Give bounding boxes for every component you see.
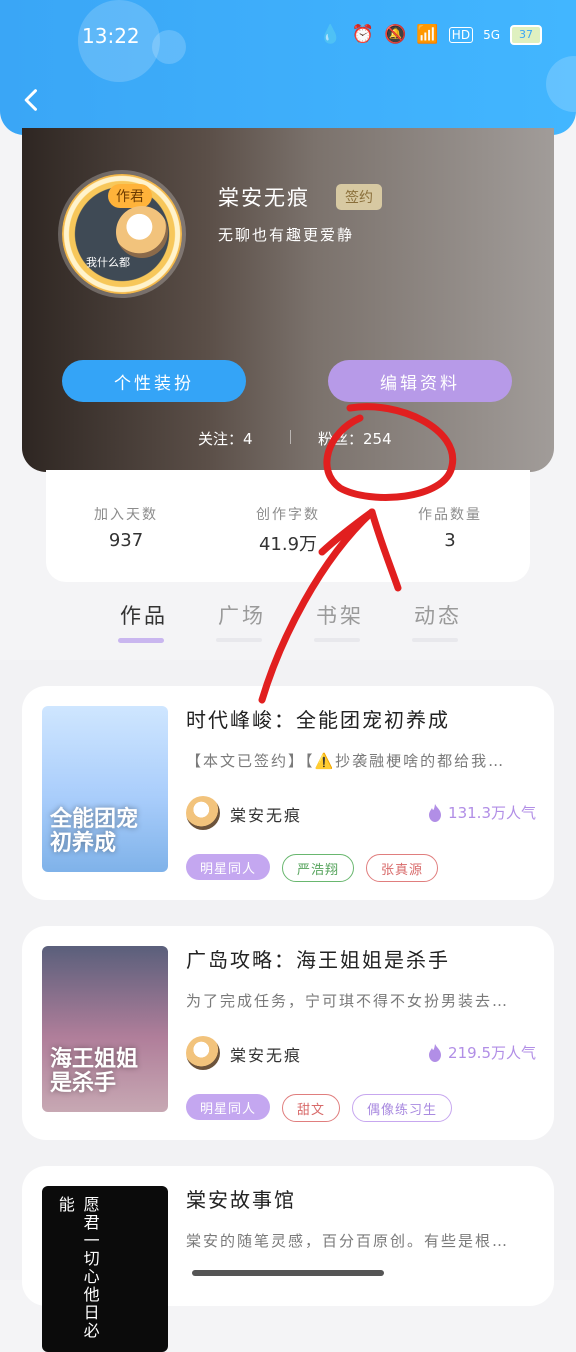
5g-signal-icon: 5G bbox=[483, 27, 500, 42]
book-title: 时代峰峻：全能团宠初养成 bbox=[186, 708, 450, 732]
following-count[interactable]: 关注：4 bbox=[198, 428, 253, 449]
cover-title: 全能团宠 初养成 bbox=[50, 806, 139, 856]
avatar-caption: 我什么都 bbox=[86, 256, 130, 269]
tag[interactable]: 明星同人 bbox=[186, 854, 271, 880]
tag[interactable]: 偶像练习生 bbox=[352, 1094, 453, 1122]
mute-icon: 🔕 bbox=[383, 24, 407, 45]
stat-label: 作品数量 bbox=[418, 507, 482, 523]
water-drop-icon: 💧 bbox=[319, 24, 342, 45]
avatar-cat-icon bbox=[116, 206, 168, 258]
stat-value: 41.9万 bbox=[258, 534, 318, 555]
back-arrow-icon[interactable] bbox=[18, 86, 46, 114]
tag[interactable]: 严浩翔 bbox=[282, 854, 355, 882]
tab-bar: 作品 广场 书架 动态 bbox=[0, 598, 576, 658]
stat-label: 加入天数 bbox=[94, 507, 158, 523]
popularity-value: 219.5万人气 bbox=[448, 1044, 536, 1062]
active-tab-indicator bbox=[118, 638, 164, 643]
decor-bubble bbox=[152, 30, 186, 64]
profile-card: 作君 我什么都 棠安无痕 签约 无聊也有趣更爱静 个性装扮 编辑资料 关注：4 … bbox=[22, 128, 554, 472]
home-indicator[interactable] bbox=[192, 1270, 384, 1276]
cover-title: 海王姐姐 是杀手 bbox=[50, 1046, 139, 1096]
tab-indicator bbox=[314, 638, 360, 642]
alarm-icon: ⏰ bbox=[351, 24, 374, 45]
author-row: 棠安无痕 219.5万人气 bbox=[186, 1036, 536, 1072]
user-bio: 无聊也有趣更爱静 bbox=[218, 226, 355, 244]
decor-bubble bbox=[546, 56, 576, 112]
tag[interactable]: 甜文 bbox=[282, 1094, 341, 1122]
book-title: 棠安故事馆 bbox=[186, 1188, 296, 1212]
user-name: 棠安无痕 bbox=[218, 186, 310, 210]
personal-dress-button[interactable]: 个性装扮 bbox=[62, 360, 246, 402]
status-icons: 💧 ⏰ 🔕 📶 HD 5G 37 bbox=[319, 24, 542, 45]
tag-list: 明星同人 甜文 偶像练习生 bbox=[186, 1094, 453, 1122]
book-description: 棠安的随笔灵感，百分百原创。有些是根… bbox=[186, 1232, 510, 1250]
flame-icon bbox=[429, 1043, 442, 1062]
book-title: 广岛攻略：海王姐姐是杀手 bbox=[186, 948, 450, 972]
book-card[interactable]: 海王姐姐 是杀手 广岛攻略：海王姐姐是杀手 为了完成任务，宁可琪不得不女扮男装去… bbox=[22, 926, 554, 1140]
tab-works[interactable]: 作品 bbox=[120, 600, 168, 630]
stats-card: 加入天数 937 创作字数 41.9万 作品数量 3 bbox=[46, 470, 530, 582]
book-cover[interactable]: 海王姐姐 是杀手 bbox=[42, 946, 168, 1112]
header-bar: 13:22 💧 ⏰ 🔕 📶 HD 5G 37 bbox=[0, 0, 576, 135]
stat-word-count: 创作字数 41.9万 bbox=[208, 504, 368, 556]
wifi-icon: 📶 bbox=[416, 24, 439, 45]
author-badge: 作君 bbox=[108, 184, 152, 208]
status-time: 13:22 bbox=[82, 24, 140, 48]
tag-list: 明星同人 严浩翔 张真源 bbox=[186, 854, 439, 882]
tag[interactable]: 明星同人 bbox=[186, 1094, 271, 1120]
author-row: 棠安无痕 131.3万人气 bbox=[186, 796, 536, 832]
stat-works-count: 作品数量 3 bbox=[370, 504, 530, 551]
battery-icon: 37 bbox=[510, 24, 542, 45]
hd-icon: HD bbox=[448, 26, 474, 43]
author-avatar bbox=[186, 796, 220, 830]
author-name: 棠安无痕 bbox=[230, 806, 303, 825]
tab-bookshelf[interactable]: 书架 bbox=[316, 600, 364, 630]
book-cover[interactable]: 全能团宠 初养成 bbox=[42, 706, 168, 872]
author-avatar bbox=[186, 1036, 220, 1070]
tab-square[interactable]: 广场 bbox=[218, 600, 266, 630]
flame-icon bbox=[429, 803, 442, 822]
signed-badge: 签约 bbox=[336, 184, 382, 210]
tab-dynamics[interactable]: 动态 bbox=[414, 600, 462, 630]
book-cover[interactable]: 愿君一切心他日必能 bbox=[42, 1186, 168, 1352]
author-name: 棠安无痕 bbox=[230, 1046, 303, 1065]
book-card[interactable]: 愿君一切心他日必能 棠安故事馆 棠安的随笔灵感，百分百原创。有些是根… bbox=[22, 1166, 554, 1352]
tab-indicator bbox=[216, 638, 262, 642]
popularity: 219.5万人气 bbox=[428, 1042, 536, 1063]
divider bbox=[290, 430, 291, 444]
tag[interactable]: 张真源 bbox=[366, 854, 439, 882]
edit-profile-button[interactable]: 编辑资料 bbox=[328, 360, 512, 402]
fans-count[interactable]: 粉丝：254 bbox=[318, 428, 392, 449]
tab-indicator bbox=[412, 638, 458, 642]
popularity: 131.3万人气 bbox=[428, 802, 536, 823]
stat-label: 创作字数 bbox=[256, 507, 320, 523]
popularity-value: 131.3万人气 bbox=[448, 804, 536, 822]
stat-join-days: 加入天数 937 bbox=[46, 504, 206, 551]
stat-value: 3 bbox=[444, 530, 456, 551]
book-description: 为了完成任务，宁可琪不得不女扮男装去… bbox=[186, 992, 510, 1010]
cover-title: 愿君一切心他日必能 bbox=[55, 1196, 100, 1340]
book-card[interactable]: 全能团宠 初养成 时代峰峻：全能团宠初养成 【本文已签约】【⚠️抄袭融梗啥的都给… bbox=[22, 686, 554, 900]
book-description: 【本文已签约】【⚠️抄袭融梗啥的都给我… bbox=[186, 752, 506, 770]
stat-value: 937 bbox=[108, 530, 144, 551]
